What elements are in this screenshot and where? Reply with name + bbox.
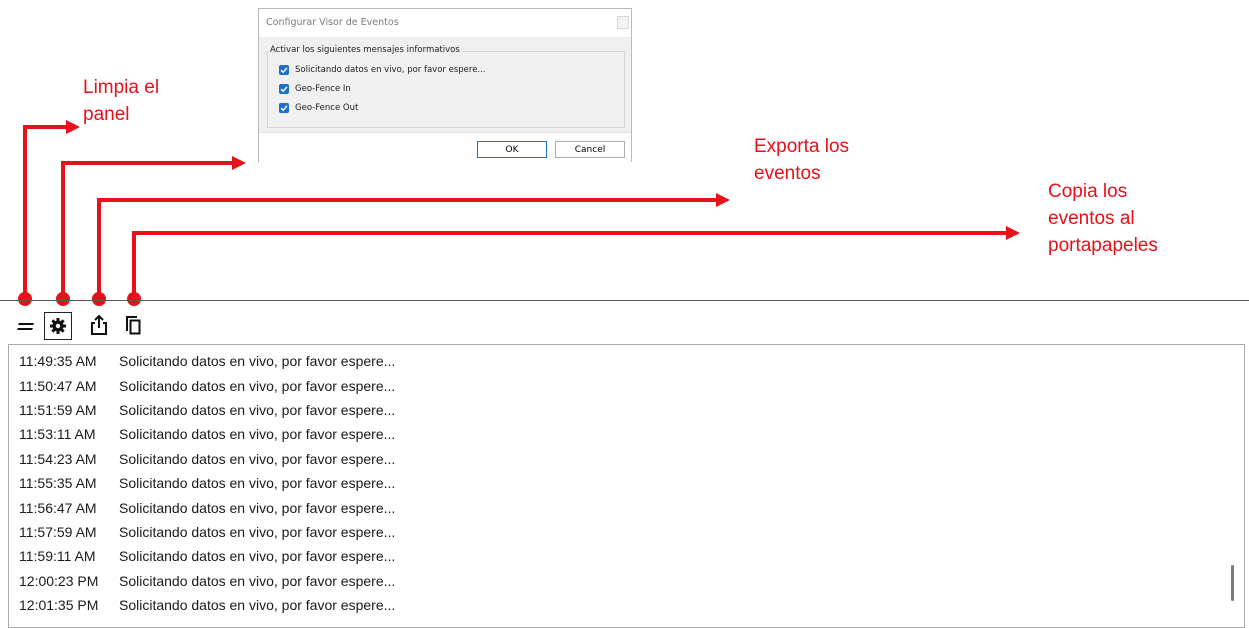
dot-settings bbox=[56, 292, 70, 306]
event-row[interactable]: 11:50:47 AM Solicitando datos en vivo, po… bbox=[19, 373, 395, 397]
event-time: 11:49:35 AM bbox=[19, 353, 97, 370]
arrowhead-export bbox=[716, 193, 730, 207]
event-row[interactable]: 11:59:11 AM Solicitando datos en vivo, po… bbox=[19, 544, 395, 568]
export-button[interactable] bbox=[86, 312, 112, 338]
event-message: Solicitando datos en vivo, por favor esp… bbox=[119, 401, 396, 418]
export-icon bbox=[91, 314, 107, 335]
arrowhead-clear bbox=[66, 120, 80, 134]
event-time: 11:59:11 AM bbox=[19, 548, 96, 565]
event-row[interactable]: 11:55:35 AM Solicitando datos en vivo, po… bbox=[19, 471, 395, 495]
event-message: Solicitando datos en vivo, por favor esp… bbox=[119, 572, 396, 589]
event-row[interactable]: 11:49:35 AM Solicitando datos en vivo, po… bbox=[19, 349, 395, 373]
copy-icon bbox=[126, 316, 141, 335]
dialog-title: Configurar Visor de Eventos bbox=[266, 17, 399, 28]
option-label: Solicitando datos en vivo, por favor esp… bbox=[295, 65, 486, 75]
event-row[interactable]: 11:54:23 AM Solicitando datos en vivo, po… bbox=[19, 447, 395, 471]
event-message: Solicitando datos en vivo, por favor esp… bbox=[119, 475, 396, 492]
arrow-settings bbox=[61, 161, 232, 298]
event-time: 12:01:35 PM bbox=[19, 597, 99, 614]
checkbox-geofence-out[interactable] bbox=[279, 103, 289, 113]
arrow-export bbox=[97, 198, 716, 298]
event-row[interactable]: 11:51:59 AM Solicitando datos en vivo, po… bbox=[19, 398, 395, 422]
event-row[interactable]: 11:57:59 AM Solicitando datos en vivo, po… bbox=[19, 520, 395, 544]
annotation-copy-events: Copia los eventos al portapapeles bbox=[1048, 181, 1158, 256]
dialog-close-button[interactable] bbox=[617, 16, 629, 29]
scrollbar-thumb[interactable] bbox=[1231, 565, 1234, 601]
event-time: 11:56:47 AM bbox=[19, 499, 97, 516]
copy-button[interactable] bbox=[120, 312, 146, 338]
event-log-panel[interactable]: 11:49:35 AM Solicitando datos en vivo, po… bbox=[8, 344, 1245, 628]
event-log-list: 11:49:35 AM Solicitando datos en vivo, po… bbox=[19, 349, 395, 617]
event-message: Solicitando datos en vivo, por favor esp… bbox=[119, 523, 396, 540]
clear-panel-button[interactable] bbox=[14, 314, 38, 338]
event-row[interactable]: 12:01:35 PM Solicitando datos en vivo, po… bbox=[19, 593, 395, 617]
event-row[interactable]: 11:56:47 AM Solicitando datos en vivo, po… bbox=[19, 495, 395, 519]
checkbox-live-data[interactable] bbox=[279, 65, 289, 75]
option-geofence-out[interactable]: Geo-Fence Out bbox=[279, 101, 358, 115]
event-time: 11:50:47 AM bbox=[19, 377, 97, 394]
dialog-titlebar: Configurar Visor de Eventos bbox=[259, 9, 631, 37]
dot-copy bbox=[127, 292, 141, 306]
event-time: 11:51:59 AM bbox=[19, 401, 97, 418]
messages-group-label: Activar los siguientes mensajes informat… bbox=[268, 45, 462, 55]
annotation-export-events: Exporta los eventos bbox=[754, 136, 850, 184]
arrow-clear bbox=[23, 125, 66, 298]
event-time: 12:00:23 PM bbox=[19, 572, 99, 589]
option-label: Geo-Fence In bbox=[295, 84, 351, 94]
event-message: Solicitando datos en vivo, por favor esp… bbox=[119, 499, 396, 516]
checkbox-geofence-in[interactable] bbox=[279, 84, 289, 94]
check-icon bbox=[280, 67, 288, 74]
settings-button[interactable] bbox=[44, 312, 72, 340]
cancel-button[interactable]: Cancel bbox=[555, 141, 625, 158]
arrowhead-copy bbox=[1006, 226, 1020, 240]
option-live-data[interactable]: Solicitando datos en vivo, por favor esp… bbox=[279, 63, 486, 77]
event-message: Solicitando datos en vivo, por favor esp… bbox=[119, 450, 396, 467]
event-time: 11:57:59 AM bbox=[19, 523, 97, 540]
clear-icon bbox=[17, 323, 34, 330]
event-time: 11:55:35 AM bbox=[19, 475, 97, 492]
event-message: Solicitando datos en vivo, por favor esp… bbox=[119, 597, 396, 614]
event-message: Solicitando datos en vivo, por favor esp… bbox=[119, 548, 396, 565]
dot-export bbox=[92, 292, 106, 306]
dialog-footer: OK Cancel bbox=[259, 132, 631, 163]
event-message: Solicitando datos en vivo, por favor esp… bbox=[119, 377, 396, 394]
dot-clear bbox=[18, 292, 32, 306]
configure-event-viewer-dialog: Configurar Visor de Eventos Activar los … bbox=[258, 8, 632, 163]
event-message: Solicitando datos en vivo, por favor esp… bbox=[119, 353, 396, 370]
ok-button[interactable]: OK bbox=[477, 141, 547, 158]
arrow-copy bbox=[132, 231, 1006, 298]
gear-icon bbox=[50, 318, 66, 334]
option-geofence-in[interactable]: Geo-Fence In bbox=[279, 82, 351, 96]
toolbar-divider bbox=[0, 300, 1249, 301]
event-row[interactable]: 12:00:23 PM Solicitando datos en vivo, po… bbox=[19, 569, 395, 593]
option-label: Geo-Fence Out bbox=[295, 103, 359, 113]
event-row[interactable]: 11:53:11 AM Solicitando datos en vivo, po… bbox=[19, 422, 395, 446]
arrowhead-settings bbox=[232, 156, 246, 170]
annotation-clear-panel: Limpia el panel bbox=[83, 77, 160, 125]
check-icon bbox=[280, 105, 288, 112]
event-time: 11:54:23 AM bbox=[19, 450, 97, 467]
event-message: Solicitando datos en vivo, por favor esp… bbox=[119, 426, 396, 443]
check-icon bbox=[280, 86, 288, 93]
event-time: 11:53:11 AM bbox=[19, 426, 96, 443]
